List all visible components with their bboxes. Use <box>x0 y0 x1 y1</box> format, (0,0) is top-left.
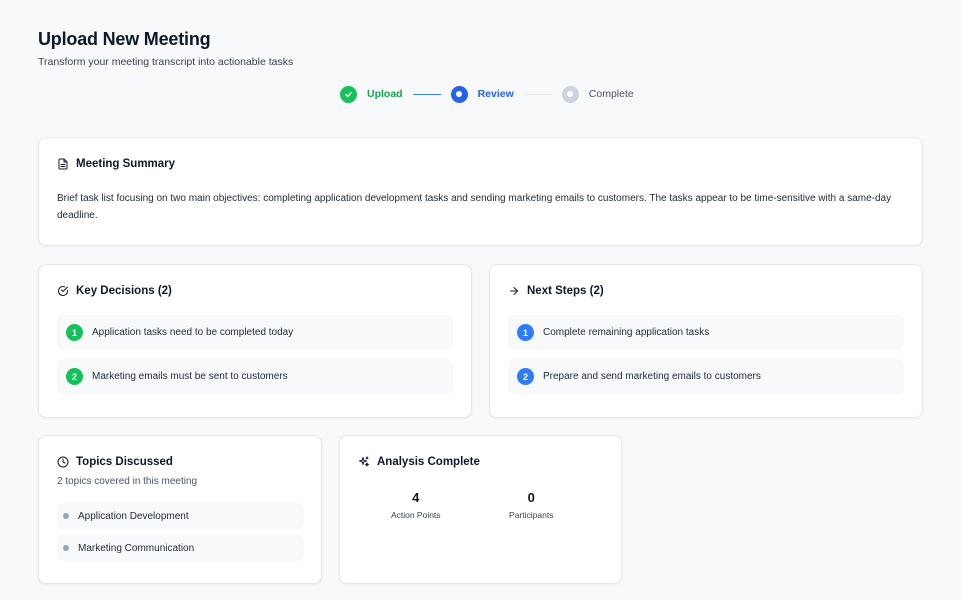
check-icon <box>340 85 357 103</box>
topics-title-text: Topics Discussed <box>76 456 173 468</box>
analysis-title: Analysis Complete <box>358 456 603 468</box>
next-steps-title-text: Next Steps (2) <box>527 285 604 297</box>
active-step-icon <box>450 85 468 103</box>
step-complete[interactable]: Complete <box>561 85 634 103</box>
page-subtitle: Transform your meeting transcript into a… <box>38 56 294 68</box>
bullet-icon <box>63 545 69 551</box>
list-item: 2 Marketing emails must be sent to custo… <box>57 359 453 394</box>
list-item: 2 Prepare and send marketing emails to c… <box>508 359 904 394</box>
analysis-title-text: Analysis Complete <box>377 456 480 468</box>
summary-text: Brief task list focusing on two main obj… <box>57 193 892 221</box>
check-circle-icon <box>58 286 68 296</box>
stat-value: 4 <box>412 490 420 505</box>
list-item-text: Marketing emails must be sent to custome… <box>92 371 288 382</box>
topic-text: Application Development <box>78 510 189 522</box>
stat-label: Action Points <box>390 510 441 520</box>
topic-text: Marketing Communication <box>78 542 195 554</box>
list-item: 1 Application tasks need to be completed… <box>57 315 453 350</box>
next-steps-list: 1 Complete remaining application tasks 2… <box>508 315 904 394</box>
key-decisions-card: Key Decisions (2) 1 Application tasks ne… <box>38 264 472 418</box>
step-upload-label: Upload <box>367 88 403 100</box>
next-steps-card: Next Steps (2) 1 Complete remaining appl… <box>489 264 923 418</box>
step-connector <box>523 93 552 95</box>
page-header: Upload New Meeting Transform your meetin… <box>38 29 293 68</box>
bullet-icon <box>63 513 69 519</box>
topics-subtitle: 2 topics covered in this meeting <box>57 476 198 487</box>
list-item: Application Development <box>57 503 304 529</box>
list-item-text: Application tasks need to be completed t… <box>92 327 294 338</box>
arrow-right-icon <box>510 287 518 295</box>
analysis-complete-card: Analysis Complete 4 Action Points 0 Part… <box>339 435 622 584</box>
sparkles-icon <box>359 456 369 467</box>
step-complete-label: Complete <box>588 88 634 100</box>
list-item: Marketing Communication <box>57 535 304 561</box>
number-badge: 2 <box>66 368 83 385</box>
stat-label: Participants <box>509 510 554 520</box>
step-upload[interactable]: Upload <box>340 85 403 103</box>
clock-icon <box>57 456 69 468</box>
stat-action-points: 4 Action Points <box>361 490 471 520</box>
key-decisions-title: Key Decisions (2) <box>57 285 453 297</box>
step-connector <box>412 93 441 95</box>
topics-title: Topics Discussed <box>57 456 303 468</box>
list-item-text: Prepare and send marketing emails to cus… <box>543 371 761 382</box>
pending-step-icon <box>561 85 579 103</box>
next-steps-title: Next Steps (2) <box>508 285 904 297</box>
number-badge: 2 <box>517 368 534 385</box>
topics-discussed-card: Topics Discussed 2 topics covered in thi… <box>38 435 322 584</box>
number-badge: 1 <box>517 324 534 341</box>
decisions-title-text: Key Decisions (2) <box>76 285 172 297</box>
topics-list: Application Development Marketing Commun… <box>57 503 304 561</box>
summary-title-text: Meeting Summary <box>76 158 176 170</box>
document-icon <box>58 158 68 170</box>
meeting-summary-title: Meeting Summary <box>57 158 904 170</box>
analysis-stats: 4 Action Points 0 Participants <box>358 490 603 520</box>
page-title: Upload New Meeting <box>38 29 211 49</box>
stat-value: 0 <box>527 490 535 505</box>
list-item: 1 Complete remaining application tasks <box>508 315 904 350</box>
stat-participants: 0 Participants <box>476 490 586 520</box>
step-review-label: Review <box>477 88 514 100</box>
meeting-summary-card: Meeting Summary Brief task list focusing… <box>38 137 923 246</box>
progress-stepper: Upload Review Complete <box>340 84 634 104</box>
number-badge: 1 <box>66 324 83 341</box>
step-review[interactable]: Review <box>450 85 514 103</box>
decisions-list: 1 Application tasks need to be completed… <box>57 315 453 394</box>
list-item-text: Complete remaining application tasks <box>543 327 710 338</box>
